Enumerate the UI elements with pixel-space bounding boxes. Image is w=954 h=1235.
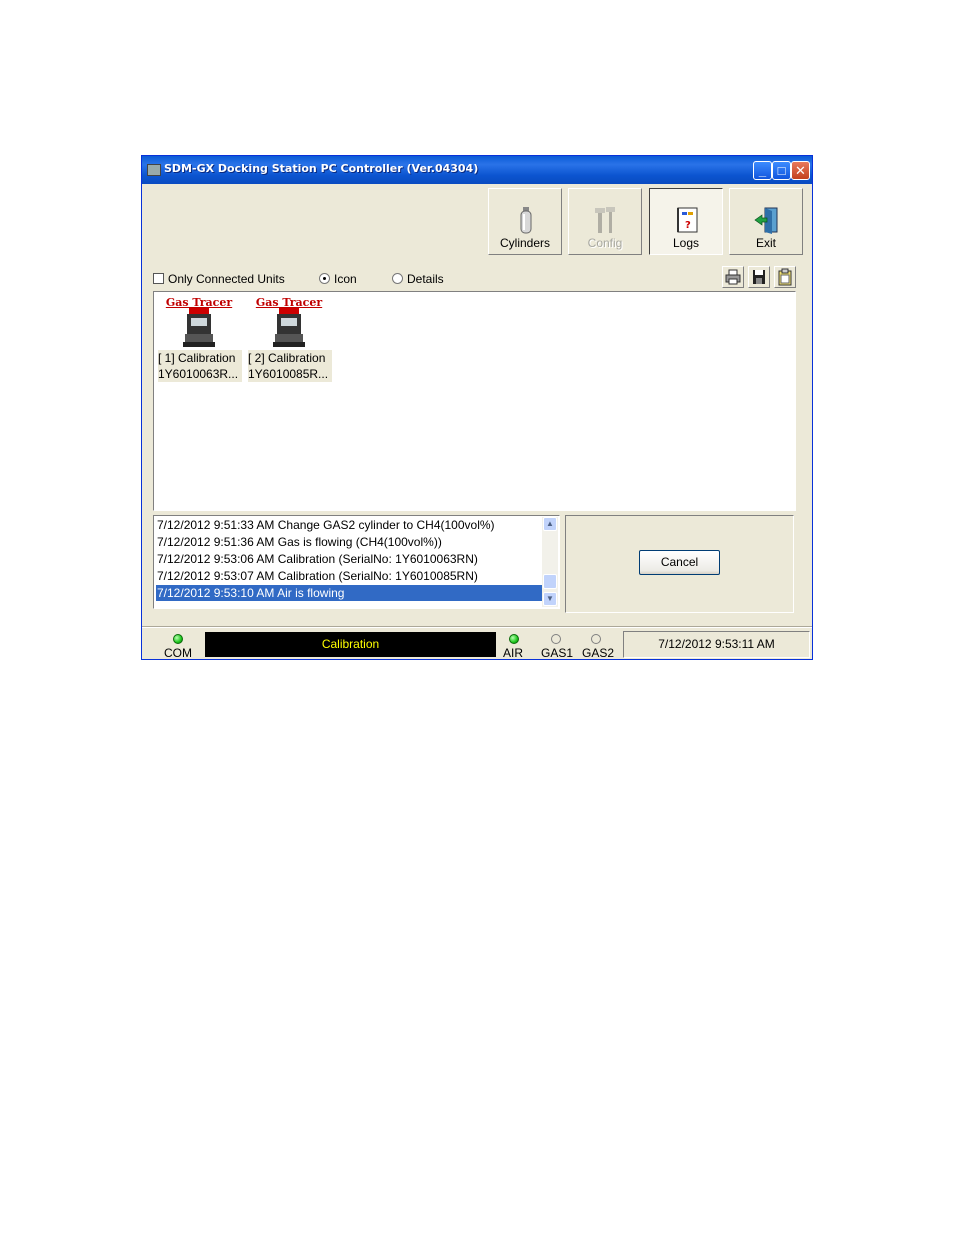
cylinder-icon (520, 207, 532, 234)
config-label: Config (587, 236, 623, 250)
logbook-icon: ? (677, 207, 698, 233)
close-button[interactable]: ✕ (791, 161, 810, 180)
scroll-down-icon[interactable]: ▼ (543, 592, 557, 606)
log-list[interactable]: 7/12/2012 9:51:33 AM Change GAS2 cylinde… (153, 515, 560, 609)
app-icon (147, 164, 161, 176)
printer-icon (725, 269, 741, 285)
maximize-button[interactable]: □ (772, 161, 791, 180)
radio-unselected-icon[interactable] (392, 273, 403, 284)
air-label: AIR (503, 646, 524, 660)
log-entry[interactable]: 7/12/2012 9:53:07 AM Calibration (Serial… (157, 568, 541, 584)
com-indicator-icon (173, 634, 183, 644)
config-button[interactable]: Config (568, 188, 642, 255)
exit-label: Exit (755, 236, 776, 250)
scroll-thumb[interactable] (543, 574, 557, 589)
logs-button[interactable]: ? Logs (649, 188, 723, 255)
clipboard-button[interactable] (774, 266, 796, 288)
log-scrollbar[interactable]: ▲ ▼ (542, 517, 558, 607)
gas2-label: GAS2 (582, 646, 615, 660)
radio-selected-icon[interactable] (319, 273, 330, 284)
gas-detector-icon (273, 308, 305, 347)
gas1-indicator-icon (551, 634, 561, 644)
log-entry[interactable]: 7/12/2012 9:51:33 AM Change GAS2 cylinde… (157, 517, 541, 533)
exit-button[interactable]: Exit (729, 188, 803, 255)
gas2-indicator-icon (591, 634, 601, 644)
unit-list[interactable]: Gas Tracer [ 1] Calibration 1Y6010063R..… (153, 291, 796, 511)
unit-serial: 1Y6010085R... (248, 367, 329, 381)
clipboard-icon (778, 268, 792, 286)
status-datetime: 7/12/2012 9:53:11 AM (623, 631, 810, 658)
unit-caption: [ 1] Calibration 1Y6010063R... (158, 350, 242, 382)
scroll-up-icon[interactable]: ▲ (543, 517, 557, 531)
maximize-icon: □ (777, 163, 786, 178)
status-message: Calibration (205, 632, 496, 657)
gas-detector-icon (183, 308, 215, 347)
save-button[interactable] (748, 266, 770, 288)
cancel-button[interactable]: Cancel (639, 550, 720, 575)
com-label: COM (164, 646, 192, 660)
details-view-label: Details (407, 272, 444, 286)
unit-serial: 1Y6010063R... (158, 367, 239, 381)
icon-view-radio[interactable]: Icon (319, 272, 357, 286)
logs-label: Logs (672, 236, 700, 250)
log-entry[interactable]: 7/12/2012 9:51:36 AM Gas is flowing (CH4… (157, 534, 541, 550)
cylinders-label: Cylinders (499, 236, 550, 250)
unit-item-1[interactable]: Gas Tracer [ 1] Calibration 1Y6010063R..… (156, 294, 242, 384)
unit-caption: [ 2] Calibration 1Y6010085R... (248, 350, 332, 382)
tools-icon (595, 207, 615, 233)
status-separator (142, 626, 812, 628)
details-view-radio[interactable]: Details (392, 272, 444, 286)
log-entry[interactable]: 7/12/2012 9:53:06 AM Calibration (Serial… (157, 551, 541, 567)
checkbox-box[interactable] (153, 273, 164, 284)
icon-view-label: Icon (334, 272, 357, 286)
action-panel: Cancel (565, 515, 794, 613)
floppy-disk-icon (753, 270, 765, 284)
unit-status: [ 2] Calibration (248, 351, 326, 365)
gas1-label: GAS1 (541, 646, 574, 660)
air-indicator-icon (509, 634, 519, 644)
svg-text:?: ? (685, 220, 691, 231)
window-title: SDM-GX Docking Station PC Controller (Ve… (164, 162, 479, 175)
only-connected-label: Only Connected Units (168, 272, 285, 286)
unit-item-2[interactable]: Gas Tracer [ 2] Calibration 1Y6010085R..… (246, 294, 332, 384)
title-bar[interactable]: SDM-GX Docking Station PC Controller (Ve… (142, 156, 812, 184)
minimize-icon: _ (758, 163, 767, 178)
exit-door-icon (754, 207, 778, 234)
print-button[interactable] (722, 266, 744, 288)
log-entry-selected[interactable]: 7/12/2012 9:53:10 AM Air is flowing (156, 585, 543, 601)
app-window: SDM-GX Docking Station PC Controller (Ve… (141, 155, 813, 660)
minimize-button[interactable]: _ (753, 161, 772, 180)
only-connected-checkbox[interactable]: Only Connected Units (153, 272, 285, 286)
unit-status: [ 1] Calibration (158, 351, 236, 365)
cylinders-button[interactable]: Cylinders (488, 188, 562, 255)
close-icon: ✕ (795, 163, 806, 178)
